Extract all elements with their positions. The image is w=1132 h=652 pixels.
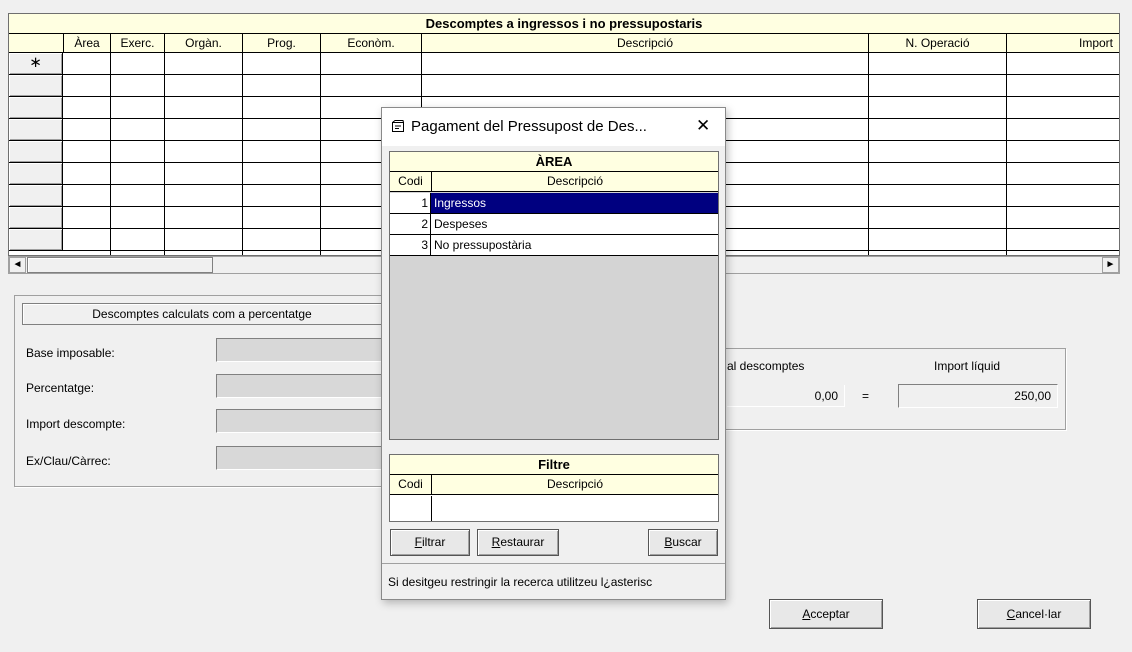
- col-header-economic[interactable]: Econòm.: [321, 34, 422, 53]
- filter-col-code: Codi: [390, 475, 432, 495]
- col-header-import[interactable]: Import: [1007, 34, 1119, 53]
- grid-line: [1006, 53, 1007, 255]
- col-header-program[interactable]: Prog.: [243, 34, 321, 53]
- grid-line: [110, 53, 111, 255]
- col-header-organic[interactable]: Orgàn.: [165, 34, 243, 53]
- area-col-description[interactable]: Descripció: [432, 172, 718, 192]
- col-header-operation-number[interactable]: N. Operació: [869, 34, 1007, 53]
- grid-title: Descomptes a ingressos i no pressupostar…: [9, 14, 1119, 34]
- filter-col-description: Descripció: [432, 475, 718, 495]
- item-description: Despeses: [434, 217, 488, 231]
- row-header[interactable]: [9, 163, 63, 185]
- filter-header: Filtre: [390, 455, 718, 475]
- restore-button-label: estaurar: [500, 535, 545, 549]
- col-header-exercise[interactable]: Exerc.: [111, 34, 165, 53]
- grid-line: [164, 53, 165, 255]
- area-list[interactable]: ÀREA Codi Descripció 1 Ingressos 2 Despe…: [389, 151, 719, 440]
- net-import-field: 250,00: [898, 384, 1058, 408]
- item-description: Ingressos: [434, 196, 487, 210]
- item-code: 3: [390, 235, 431, 255]
- close-icon[interactable]: ✕: [696, 116, 710, 136]
- key-field[interactable]: [216, 446, 384, 470]
- item-code: 1: [390, 193, 431, 213]
- grid-line: [63, 96, 1119, 97]
- import-discount-label: Import descompte:: [26, 417, 126, 431]
- filter-description-input[interactable]: [432, 496, 718, 521]
- total-discounts-field: 0,00: [727, 385, 845, 407]
- dialog-title: Pagament del Pressupost de Des...: [411, 118, 647, 135]
- accept-button[interactable]: Acceptar: [769, 599, 883, 629]
- row-header[interactable]: [9, 119, 63, 141]
- new-row-marker[interactable]: ∗: [9, 53, 63, 75]
- row-header[interactable]: [9, 185, 63, 207]
- row-header[interactable]: [9, 75, 63, 97]
- scroll-left-button[interactable]: ◄: [9, 257, 26, 273]
- lookup-dialog[interactable]: Pagament del Pressupost de Des... ✕ ÀREA…: [381, 107, 726, 600]
- dialog-divider: [382, 563, 725, 564]
- list-item[interactable]: 1 Ingressos: [390, 193, 718, 214]
- cancel-button[interactable]: Cancel·lar: [977, 599, 1091, 629]
- list-item[interactable]: 2 Despeses: [390, 214, 718, 235]
- row-header[interactable]: [9, 97, 63, 119]
- row-header[interactable]: [9, 229, 63, 251]
- area-col-code[interactable]: Codi: [390, 172, 432, 192]
- filter-grid[interactable]: Filtre Codi Descripció: [389, 454, 719, 522]
- dialog-titlebar[interactable]: Pagament del Pressupost de Des... ✕: [382, 108, 725, 146]
- scroll-thumb[interactable]: [27, 257, 213, 273]
- search-button[interactable]: Buscar: [648, 529, 718, 556]
- cancel-label: ancel·lar: [1015, 607, 1062, 621]
- grid-line: [242, 53, 243, 255]
- percent-discounts-title: Descomptes calculats com a percentatge: [22, 303, 382, 325]
- filter-mnemonic: F: [414, 535, 422, 549]
- key-label: Ex/Clau/Càrrec:: [26, 454, 111, 468]
- filter-button-label: iltrar: [422, 535, 446, 549]
- row-header[interactable]: [9, 141, 63, 163]
- filter-code-input[interactable]: [390, 496, 432, 521]
- item-description: No pressupostària: [434, 238, 532, 252]
- grid-line: [63, 74, 1119, 75]
- list-item[interactable]: 3 No pressupostària: [390, 235, 718, 256]
- restore-button[interactable]: Restaurar: [477, 529, 559, 556]
- window-icon: [391, 119, 405, 133]
- equals-sign: =: [862, 389, 870, 403]
- col-header-description[interactable]: Descripció: [422, 34, 869, 53]
- total-discounts-label: al descomptes: [727, 359, 805, 373]
- base-label: Base imposable:: [26, 346, 115, 360]
- filter-button[interactable]: Filtrar: [390, 529, 470, 556]
- cancel-mnemonic: C: [1006, 607, 1016, 621]
- percentage-label: Percentatge:: [26, 381, 95, 395]
- percentage-field[interactable]: [216, 374, 384, 398]
- scroll-right-button[interactable]: ►: [1102, 257, 1119, 273]
- grid-corner-header: [9, 34, 64, 53]
- grid-line: [320, 53, 321, 255]
- dialog-hint: Si desitgeu restringir la recerca utilit…: [388, 575, 653, 589]
- col-header-area[interactable]: Àrea: [64, 34, 111, 53]
- grid-line: [868, 53, 869, 255]
- area-header: ÀREA: [390, 152, 718, 172]
- search-button-label: uscar: [672, 535, 702, 549]
- net-import-label: Import líquid: [934, 359, 1001, 373]
- restore-mnemonic: R: [491, 535, 501, 549]
- accept-label: cceptar: [810, 607, 850, 621]
- item-code: 2: [390, 214, 431, 234]
- import-discount-field[interactable]: [216, 409, 384, 433]
- base-field[interactable]: [216, 338, 384, 362]
- row-header[interactable]: [9, 207, 63, 229]
